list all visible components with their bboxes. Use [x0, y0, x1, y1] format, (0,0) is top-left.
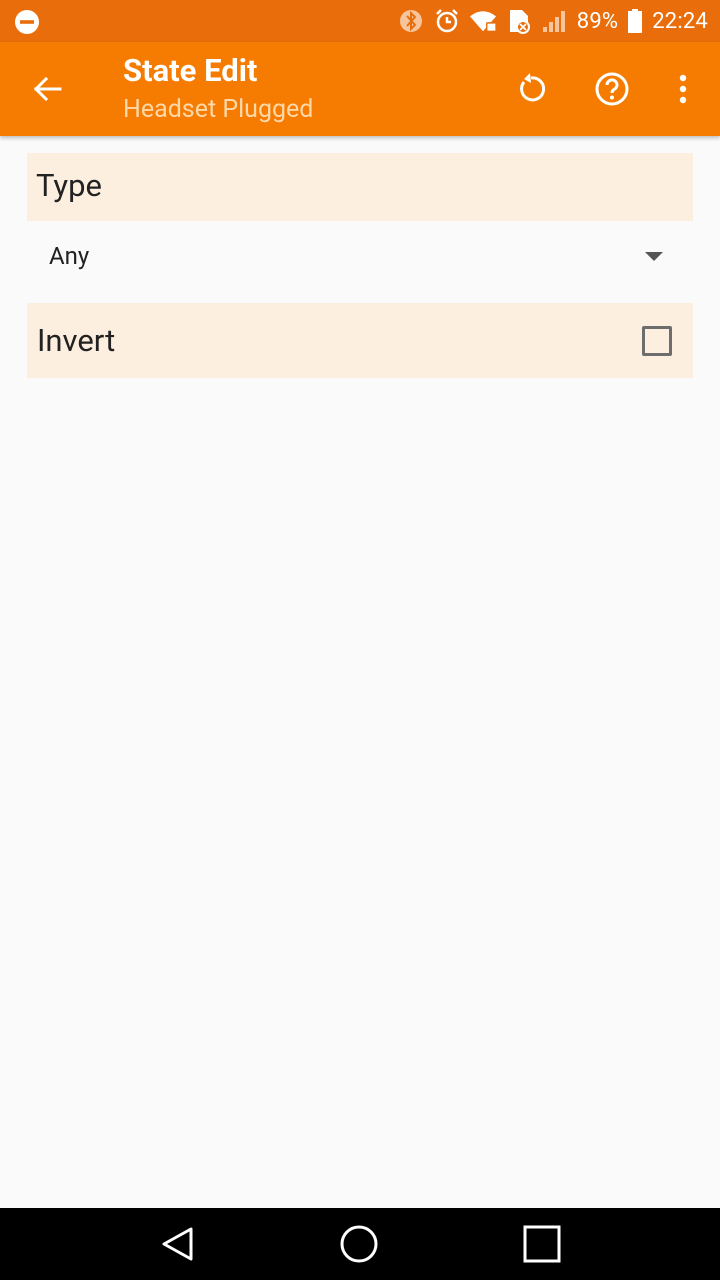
navigation-bar: [0, 1208, 720, 1280]
title-block: State Edit Headset Plugged: [123, 52, 313, 130]
dnd-icon: [15, 10, 39, 34]
back-arrow-icon[interactable]: [22, 64, 72, 114]
bluetooth-icon: [397, 7, 425, 35]
status-bar: 89% 22:24: [0, 0, 720, 42]
dropdown-arrow-icon: [645, 252, 663, 261]
alarm-icon: [433, 7, 461, 35]
type-label: Type: [36, 167, 102, 204]
clock-time: 22:24: [652, 8, 708, 34]
nav-recents-icon[interactable]: [520, 1222, 564, 1266]
wifi-icon: [469, 7, 497, 35]
type-dropdown-value: Any: [49, 242, 90, 270]
invert-label: Invert: [37, 322, 116, 359]
invert-checkbox[interactable]: [642, 326, 672, 356]
page-title: State Edit: [123, 52, 258, 89]
battery-icon: [626, 7, 644, 35]
type-dropdown[interactable]: Any: [27, 228, 693, 290]
invert-row[interactable]: Invert: [27, 303, 693, 378]
reset-icon[interactable]: [506, 64, 556, 114]
app-bar: State Edit Headset Plugged: [0, 42, 720, 136]
nav-home-icon[interactable]: [337, 1222, 381, 1266]
help-icon[interactable]: [587, 64, 637, 114]
page-subtitle: Headset Plugged: [123, 95, 314, 124]
battery-percent: 89%: [576, 8, 619, 34]
type-section-header: Type: [27, 153, 693, 221]
signal-icon: [541, 7, 569, 35]
sim-icon: [505, 7, 533, 35]
overflow-menu-icon[interactable]: [658, 64, 708, 114]
nav-back-icon[interactable]: [156, 1222, 200, 1266]
